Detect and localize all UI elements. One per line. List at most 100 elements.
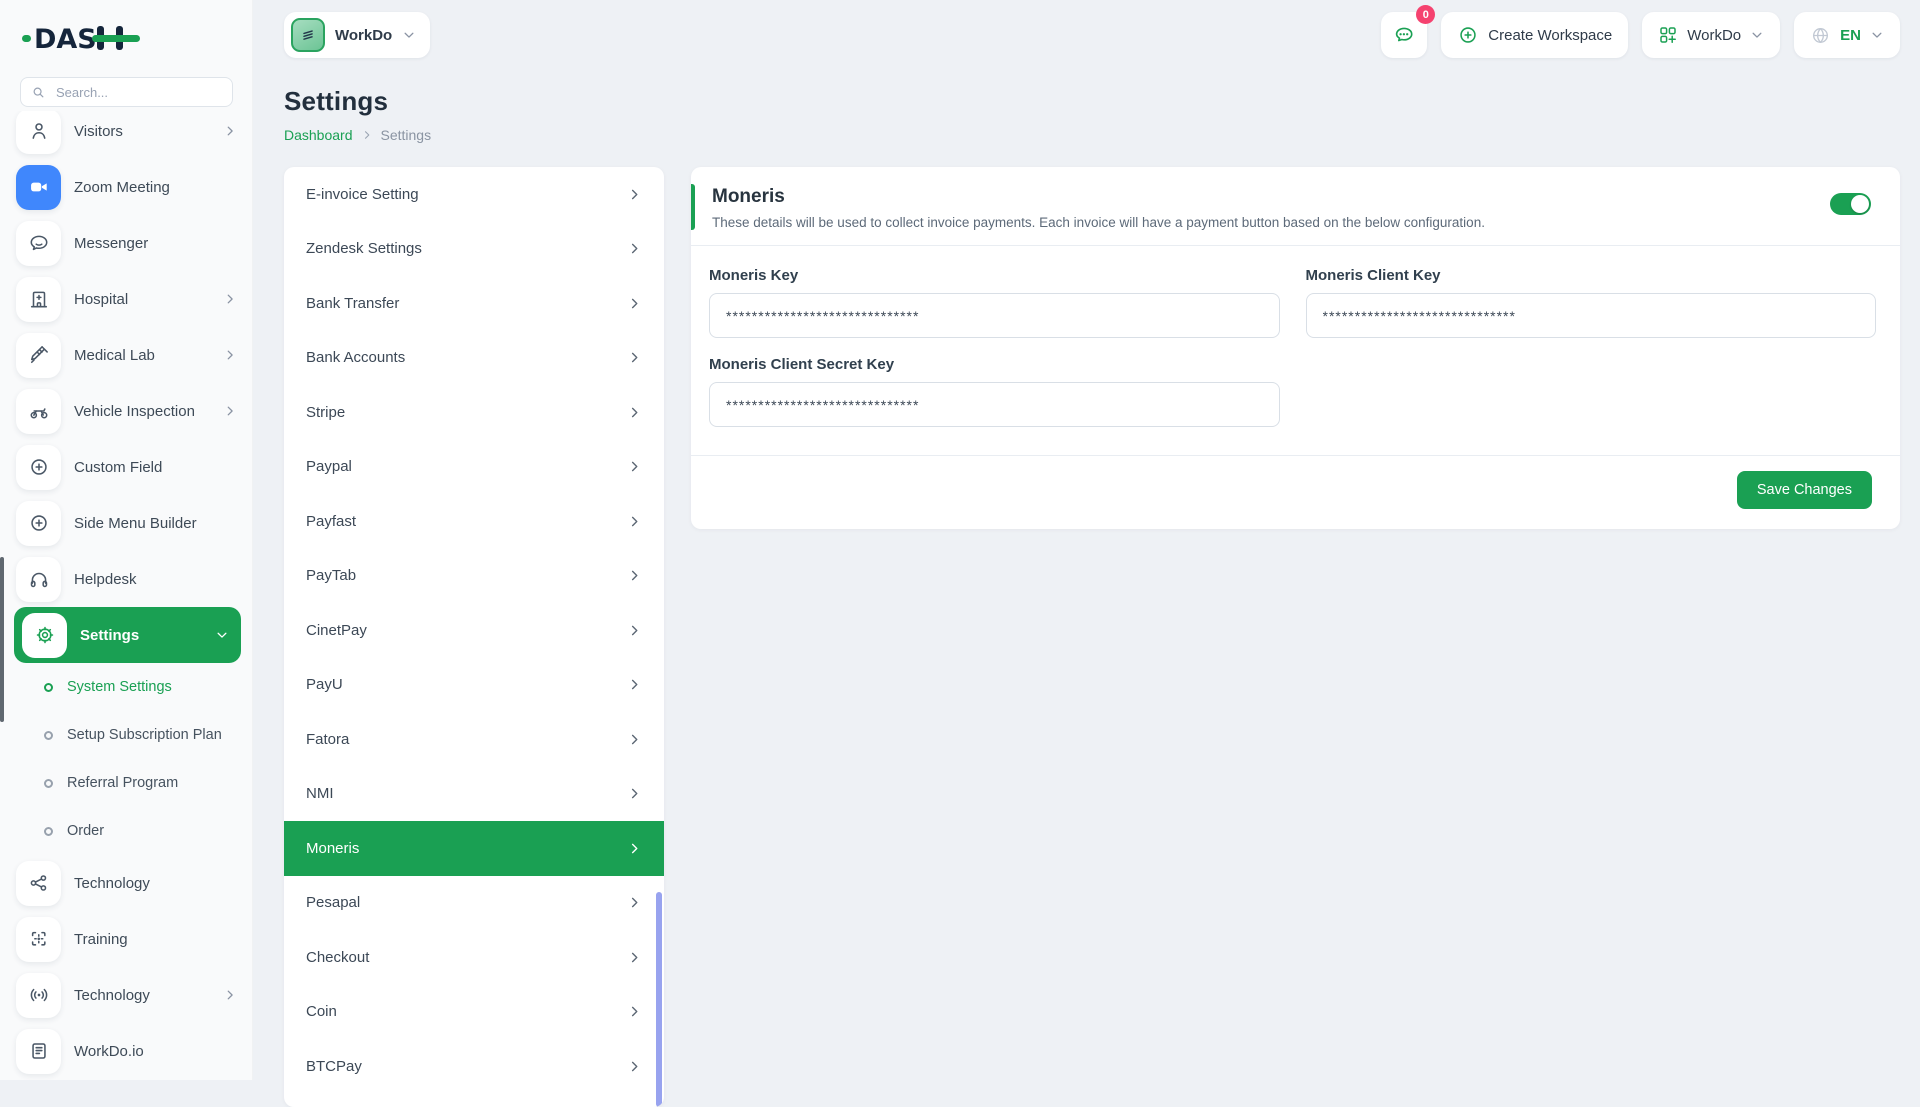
workspace-selector[interactable]: WorkDo: [284, 12, 430, 58]
moneris-key-input[interactable]: [709, 293, 1280, 338]
sidebar-item-training[interactable]: Training: [0, 911, 253, 967]
field-label: Moneris Client Key: [1306, 267, 1877, 284]
settings-nav-label: Bank Transfer: [306, 295, 399, 312]
hospital-icon: [16, 277, 61, 322]
settings-nav-pesapal[interactable]: Pesapal: [284, 876, 664, 931]
sidebar-item-technology[interactable]: Technology: [0, 855, 253, 911]
bullet-icon: [44, 827, 53, 836]
search-field[interactable]: [54, 84, 222, 101]
sidebar-item-side-menu-builder[interactable]: Side Menu Builder: [0, 495, 253, 551]
topbar: WorkDo 0 Create Workspace WorkDo EN: [284, 12, 1900, 58]
sidebar-item-label: WorkDo.io: [74, 1043, 144, 1060]
sidebar-item-label: Messenger: [74, 235, 148, 252]
panel-description: These details will be used to collect in…: [712, 215, 1820, 230]
sidebar-item-workdo-io[interactable]: WorkDo.io: [0, 1023, 253, 1079]
breadcrumb-current: Settings: [381, 127, 432, 143]
save-changes-button[interactable]: Save Changes: [1737, 471, 1872, 509]
chevron-down-icon: [215, 628, 229, 642]
chevron-right-icon: [223, 404, 237, 418]
settings-nav-label: NMI: [306, 785, 334, 802]
settings-nav-label: Pesapal: [306, 894, 360, 911]
sidebar-item-helpdesk[interactable]: Helpdesk: [0, 551, 253, 607]
sidebar-item-label: Custom Field: [74, 459, 162, 476]
list-scrollbar[interactable]: [656, 892, 662, 1107]
settings-nav-nmi[interactable]: NMI: [284, 767, 664, 822]
app-switcher-button[interactable]: WorkDo: [1642, 12, 1780, 58]
settings-nav-e-invoice-setting[interactable]: E-invoice Setting: [284, 167, 664, 222]
sidebar-item-vehicle-inspection[interactable]: Vehicle Inspection: [0, 383, 253, 439]
chevron-down-icon: [1870, 28, 1884, 42]
chevron-right-icon: [627, 241, 642, 256]
settings-nav-paypal[interactable]: Paypal: [284, 440, 664, 495]
page-title: Settings: [284, 86, 1900, 117]
chevron-right-icon: [627, 841, 642, 856]
moneris-panel: Moneris These details will be used to co…: [691, 167, 1900, 529]
messages-button[interactable]: 0: [1381, 12, 1427, 58]
motorcycle-icon: [16, 389, 61, 434]
sidebar-item-settings[interactable]: Settings: [14, 607, 241, 663]
settings-nav-bank-accounts[interactable]: Bank Accounts: [284, 331, 664, 386]
notification-badge: 0: [1416, 5, 1435, 24]
field-label: Moneris Key: [709, 267, 1280, 284]
chevron-right-icon: [627, 950, 642, 965]
person-icon: [16, 111, 61, 154]
chevron-right-icon: [627, 187, 642, 202]
moneris-client-key-input[interactable]: [1306, 293, 1877, 338]
main-area: WorkDo 0 Create Workspace WorkDo EN: [253, 0, 1920, 1080]
settings-nav-payu[interactable]: PayU: [284, 658, 664, 713]
settings-nav-payfast[interactable]: Payfast: [284, 494, 664, 549]
chevron-right-icon: [223, 292, 237, 306]
breadcrumb-dashboard-link[interactable]: Dashboard: [284, 127, 353, 143]
settings-nav-bank-transfer[interactable]: Bank Transfer: [284, 276, 664, 331]
chevron-down-icon: [402, 28, 416, 42]
settings-nav-moneris[interactable]: Moneris: [284, 821, 664, 876]
settings-nav-cinetpay[interactable]: CinetPay: [284, 603, 664, 658]
sidebar-subitem-referral-program[interactable]: Referral Program: [0, 759, 253, 807]
search-input[interactable]: [20, 77, 233, 107]
settings-nav-paytab[interactable]: PayTab: [284, 549, 664, 604]
settings-nav-zendesk-settings[interactable]: Zendesk Settings: [284, 222, 664, 277]
sidebar-item-label: Visitors: [74, 123, 123, 140]
create-workspace-button[interactable]: Create Workspace: [1441, 12, 1628, 58]
chevron-right-icon: [223, 348, 237, 362]
sidebar-item-technology[interactable]: Technology: [0, 967, 253, 1023]
sidebar-item-custom-field[interactable]: Custom Field: [0, 439, 253, 495]
sidebar-item-hospital[interactable]: Hospital: [0, 271, 253, 327]
plus-circle-icon: [1457, 24, 1479, 46]
sidebar-subitem-setup-subscription-plan[interactable]: Setup Subscription Plan: [0, 711, 253, 759]
sidebar-item-label: Vehicle Inspection: [74, 403, 195, 420]
chevron-right-icon: [627, 677, 642, 692]
sidebar-subitem-label: Setup Subscription Plan: [67, 727, 222, 743]
sidebar-subitem-order[interactable]: Order: [0, 807, 253, 855]
search-icon: [31, 85, 46, 100]
sidebar-item-label: Technology: [74, 875, 150, 892]
settings-nav-label: Checkout: [306, 949, 369, 966]
language-selector[interactable]: EN: [1794, 12, 1900, 58]
sidebar-item-medical-lab[interactable]: Medical Lab: [0, 327, 253, 383]
gear-icon: [22, 613, 67, 658]
chevron-right-icon: [627, 1004, 642, 1019]
settings-nav-stripe[interactable]: Stripe: [284, 385, 664, 440]
sidebar-item-messenger[interactable]: Messenger: [0, 215, 253, 271]
settings-nav-coin[interactable]: Coin: [284, 985, 664, 1040]
settings-nav-fatora[interactable]: Fatora: [284, 712, 664, 767]
sidebar-scrollbar[interactable]: [0, 557, 4, 722]
bullet-icon: [44, 779, 53, 788]
settings-nav-label: PayTab: [306, 567, 356, 584]
sidebar-item-label: Settings: [80, 627, 139, 644]
settings-nav-checkout[interactable]: Checkout: [284, 930, 664, 985]
settings-nav-label: Fatora: [306, 731, 349, 748]
sidebar-item-zoom-meeting[interactable]: Zoom Meeting: [0, 159, 253, 215]
sidebar-item-visitors[interactable]: Visitors: [0, 111, 253, 159]
sidebar-item-label: Medical Lab: [74, 347, 155, 364]
headphones-icon: [16, 557, 61, 602]
bullet-icon: [44, 731, 53, 740]
globe-icon: [1810, 25, 1831, 46]
settings-nav-btcpay[interactable]: BTCPay: [284, 1039, 664, 1094]
settings-nav-label: Coin: [306, 1003, 337, 1020]
settings-nav-label: PayU: [306, 676, 343, 693]
syringe-icon: [16, 333, 61, 378]
sidebar-subitem-system-settings[interactable]: System Settings: [0, 663, 253, 711]
moneris-enabled-toggle[interactable]: [1830, 193, 1871, 215]
moneris-client-secret-key-input[interactable]: [709, 382, 1280, 427]
